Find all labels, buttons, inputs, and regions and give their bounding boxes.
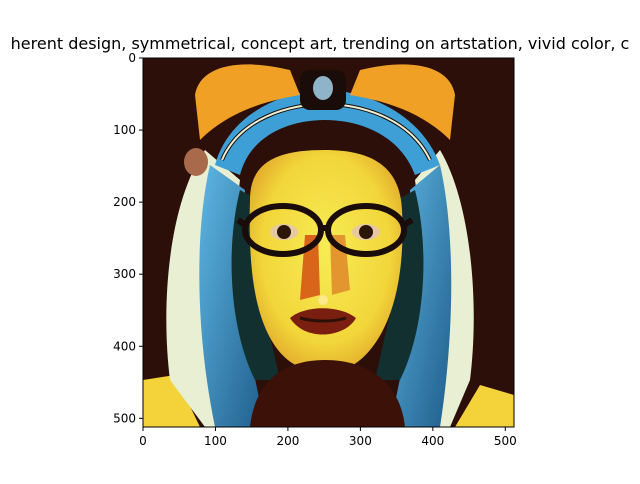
x-tick-label: 500 [494,434,517,448]
y-tick-label: 0 [128,51,136,65]
y-tick-label: 300 [113,267,136,281]
portrait-image [143,58,514,427]
y-axis: 0 100 200 300 400 500 [113,51,143,425]
y-tick-label: 200 [113,195,136,209]
plot-canvas: 0 100 200 300 400 500 0 100 200 300 400 500 [113,51,517,448]
x-tick-label: 400 [421,434,444,448]
y-tick-label: 100 [113,123,136,137]
x-tick-label: 0 [139,434,147,448]
plot-title: herent design, symmetrical, concept art,… [10,34,630,53]
x-tick-label: 100 [204,434,227,448]
y-tick-label: 400 [113,339,136,353]
x-tick-label: 300 [349,434,372,448]
ear [184,148,208,176]
x-axis: 0 100 200 300 400 500 [139,427,517,448]
x-tick-label: 200 [276,434,299,448]
y-tick-label: 500 [113,411,136,425]
figure: herent design, symmetrical, concept art,… [0,0,640,480]
